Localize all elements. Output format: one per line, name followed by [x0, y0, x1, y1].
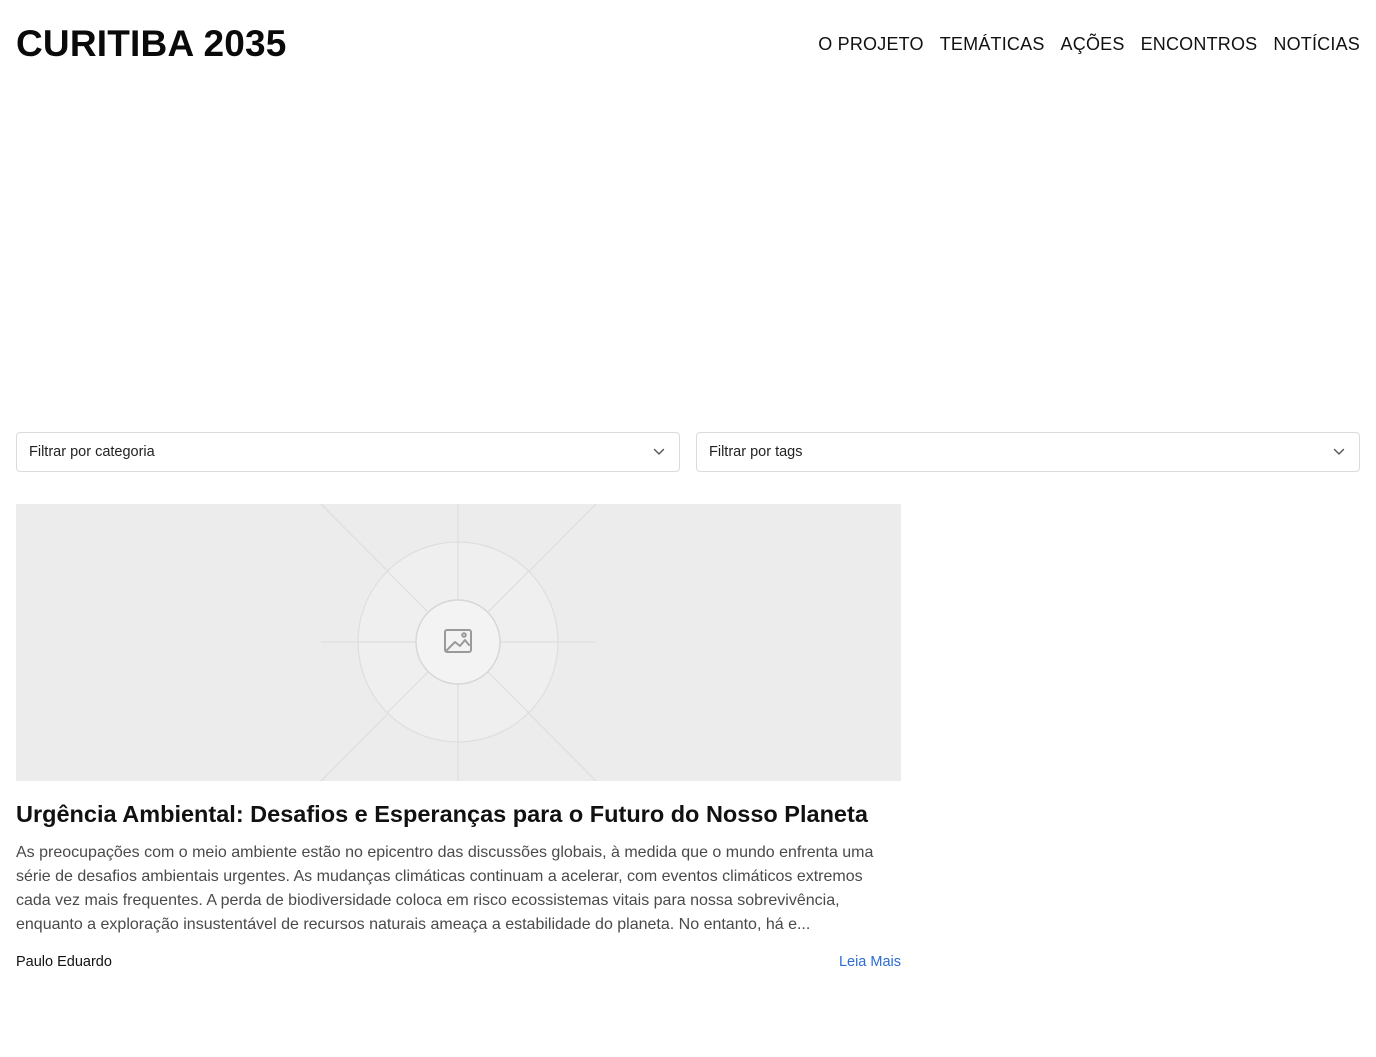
nav-item-tematicas[interactable]: TEMÁTICAS [940, 34, 1045, 55]
main-nav: O PROJETO TEMÁTICAS AÇÕES ENCONTROS NOTÍ… [818, 34, 1360, 55]
post-card: Urgência Ambiental: Desafios e Esperança… [16, 504, 901, 970]
nav-item-acoes[interactable]: AÇÕES [1061, 34, 1125, 55]
tags-filter-label: Filtrar por tags [709, 444, 803, 460]
filters-bar: Filtrar por categoria Filtrar por tags [16, 432, 1360, 472]
chevron-down-icon [1331, 444, 1347, 460]
site-header: CURITIBA 2035 O PROJETO TEMÁTICAS AÇÕES … [16, 22, 1360, 66]
post-image-placeholder[interactable] [16, 504, 901, 781]
category-filter-label: Filtrar por categoria [29, 444, 155, 460]
post-excerpt: As preocupações com o meio ambiente estã… [16, 844, 874, 933]
site-logo[interactable]: CURITIBA 2035 [16, 23, 287, 65]
tags-filter-select[interactable]: Filtrar por tags [696, 432, 1360, 472]
post-author: Paulo Eduardo [16, 954, 112, 970]
nav-item-o-projeto[interactable]: O PROJETO [818, 34, 924, 55]
post-title[interactable]: Urgência Ambiental: Desafios e Esperança… [16, 799, 901, 829]
category-filter-select[interactable]: Filtrar por categoria [16, 432, 680, 472]
nav-item-encontros[interactable]: ENCONTROS [1141, 34, 1258, 55]
chevron-down-icon [651, 444, 667, 460]
read-more-link[interactable]: Leia Mais [839, 954, 901, 970]
post-footer: Paulo Eduardo Leia Mais [16, 954, 901, 970]
nav-item-noticias[interactable]: NOTÍCIAS [1273, 34, 1360, 55]
